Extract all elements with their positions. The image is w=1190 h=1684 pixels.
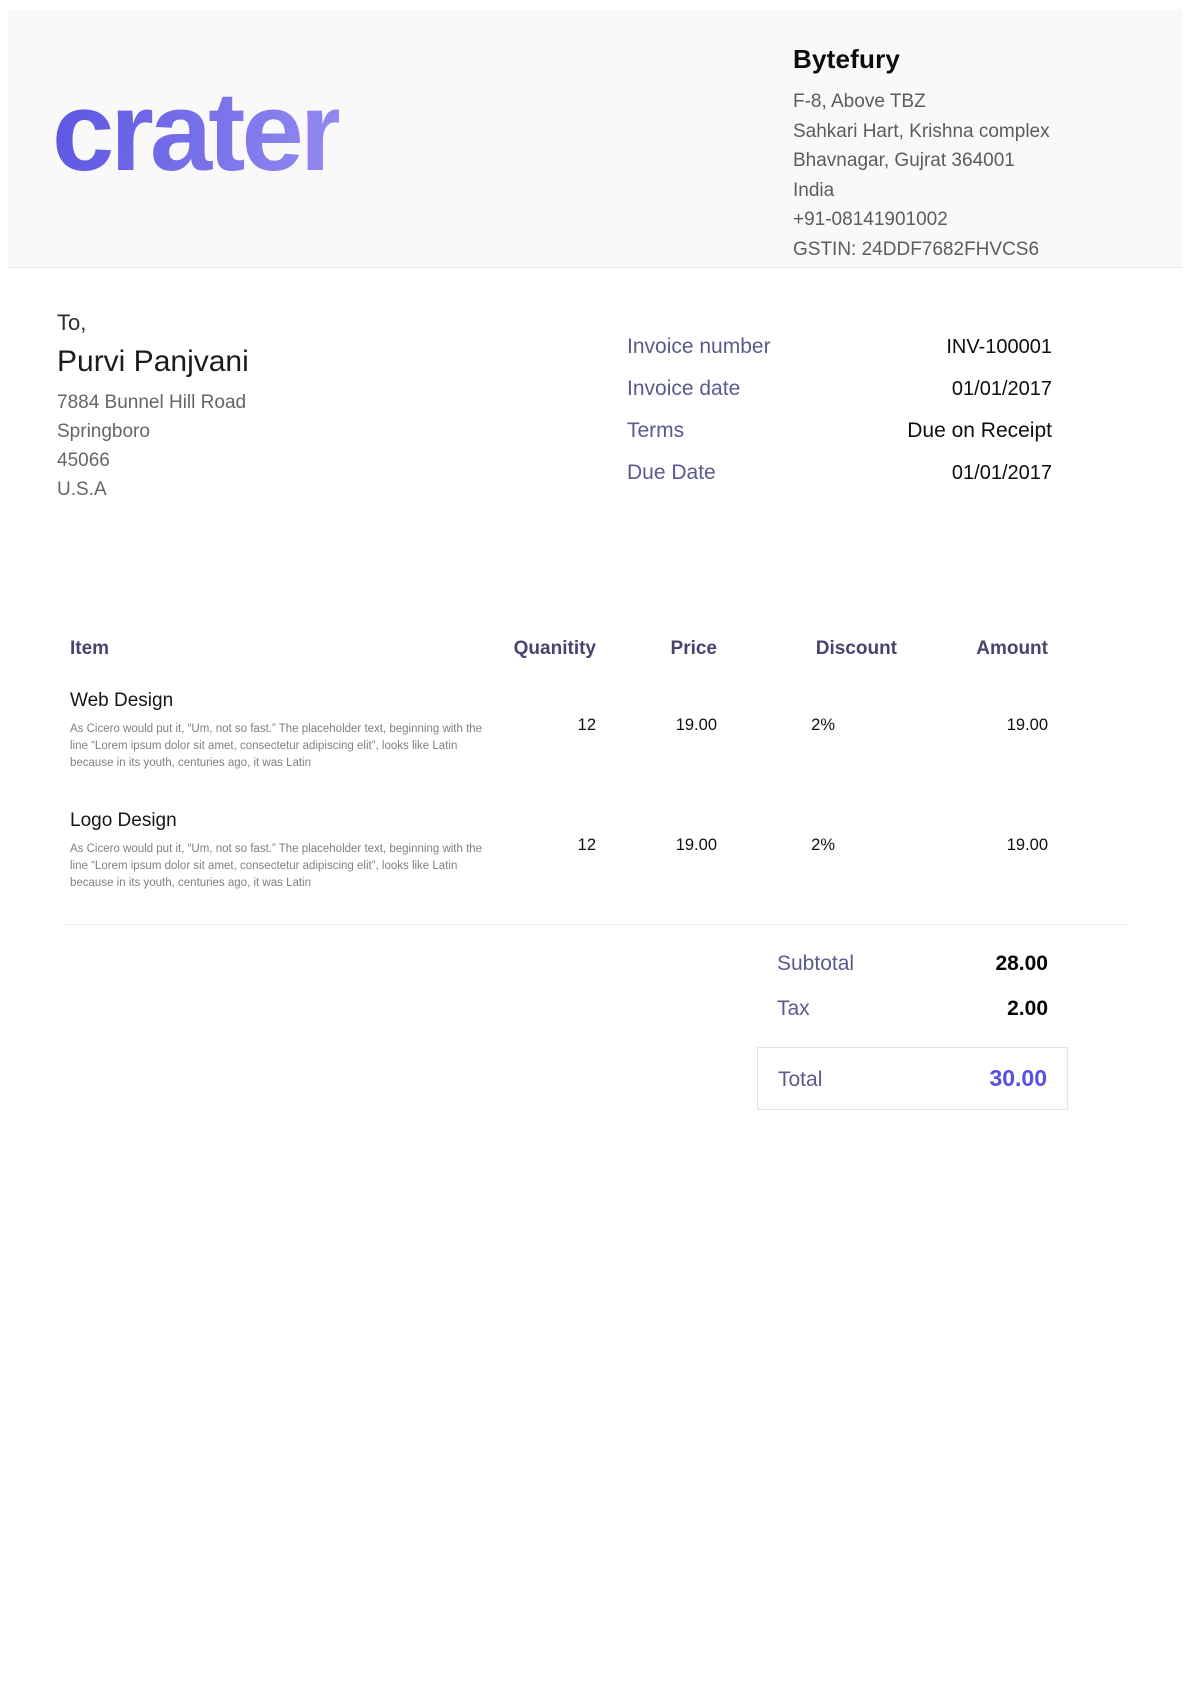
company-address-line: Sahkari Hart, Krishna complex [793,117,1050,147]
tax-row: Tax 2.00 [757,997,1068,1021]
invoice-number-value: INV-100001 [946,336,1052,359]
due-date-label: Due Date [627,460,716,485]
item-quantity: 12 [510,798,596,855]
customer-name: Purvi Panjvani [57,345,249,379]
meta-row-terms: Terms Due on Receipt [627,418,1052,443]
customer-address-line: 7884 Bunnel Hill Road [57,388,249,417]
col-header-item: Item [70,636,510,662]
invoice-date-label: Invoice date [627,376,740,401]
item-amount: 19.00 [897,798,1048,855]
invoice-number-label: Invoice number [627,334,771,359]
terms-label: Terms [627,418,684,443]
item-description: As Cicero would put it, “Um, not so fast… [70,841,490,892]
item-name: Logo Design [70,798,510,834]
col-header-price: Price [596,636,717,662]
item-amount: 19.00 [897,678,1048,735]
invoice-page: crater Bytefury F-8, Above TBZ Sahkari H… [0,0,1190,1684]
meta-row-invoice-date: Invoice date 01/01/2017 [627,376,1052,401]
company-gstin: GSTIN: 24DDF7682FHVCS6 [793,235,1050,265]
bill-to-label: To, [57,308,249,338]
item-price: 19.00 [596,678,717,735]
total-label: Total [778,1068,822,1092]
customer-address-line: 45066 [57,446,249,475]
totals-block: Subtotal 28.00 Tax 2.00 Total 30.00 [757,952,1068,1110]
total-box: Total 30.00 [757,1047,1068,1110]
company-block: Bytefury F-8, Above TBZ Sahkari Hart, Kr… [793,44,1050,264]
col-header-discount: Discount [717,636,897,662]
item-quantity: 12 [510,678,596,735]
company-address-line: Bhavnagar, Gujrat 364001 [793,146,1050,176]
item-cell: Web Design As Cicero would put it, “Um, … [70,678,510,772]
item-row: Logo Design As Cicero would put it, “Um,… [70,798,1048,892]
crater-logo: crater [52,76,339,188]
company-phone: +91-08141901002 [793,205,1050,235]
company-address-line: F-8, Above TBZ [793,87,1050,117]
terms-value: Due on Receipt [907,419,1052,443]
tax-value: 2.00 [1007,997,1048,1021]
item-row: Web Design As Cicero would put it, “Um, … [70,678,1048,772]
header-band: crater Bytefury F-8, Above TBZ Sahkari H… [8,10,1182,268]
company-name: Bytefury [793,44,1050,75]
due-date-value: 01/01/2017 [952,462,1052,485]
item-price: 19.00 [596,798,717,855]
subtotal-row: Subtotal 28.00 [757,952,1068,976]
items-table: Item Quanitity Price Discount Amount Web… [70,636,1048,892]
subtotal-label: Subtotal [777,952,854,976]
col-header-quantity: Quanitity [510,636,596,662]
table-bottom-divider [65,924,1127,925]
item-name: Web Design [70,678,510,714]
bill-to-block: To, Purvi Panjvani 7884 Bunnel Hill Road… [57,308,249,504]
total-value: 30.00 [989,1065,1047,1092]
meta-row-due-date: Due Date 01/01/2017 [627,460,1052,485]
item-discount: 2% [717,798,897,855]
tax-label: Tax [777,997,810,1021]
invoice-date-value: 01/01/2017 [952,378,1052,401]
company-address-line: India [793,176,1050,206]
customer-address-line: Springboro [57,417,249,446]
customer-address-line: U.S.A [57,475,249,504]
item-cell: Logo Design As Cicero would put it, “Um,… [70,798,510,892]
invoice-meta: Invoice number INV-100001 Invoice date 0… [627,334,1052,502]
item-discount: 2% [717,678,897,735]
meta-row-invoice-number: Invoice number INV-100001 [627,334,1052,359]
items-table-header: Item Quanitity Price Discount Amount [70,636,1048,662]
item-description: As Cicero would put it, “Um, not so fast… [70,721,490,772]
subtotal-value: 28.00 [995,952,1048,976]
col-header-amount: Amount [897,636,1048,662]
